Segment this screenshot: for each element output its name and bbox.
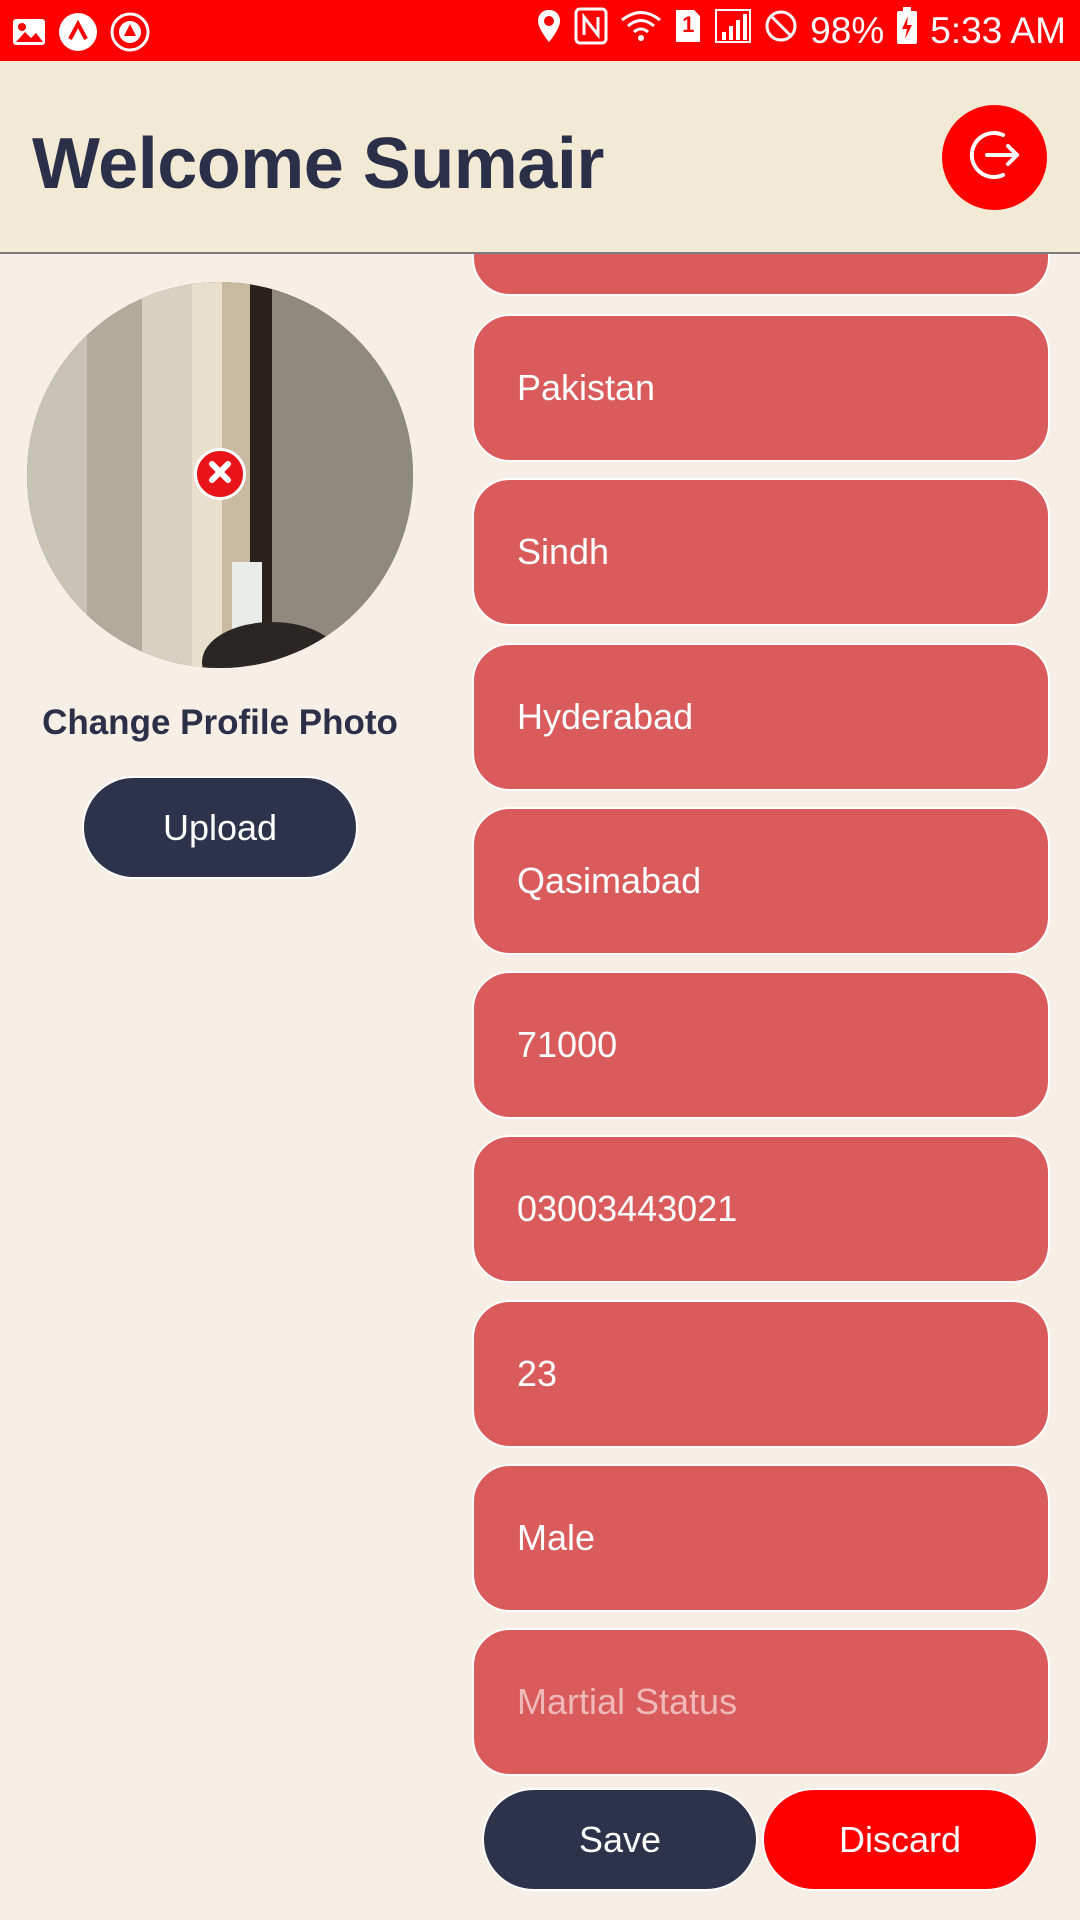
remove-photo-button[interactable]: [194, 448, 246, 500]
logout-button[interactable]: [942, 105, 1047, 210]
logout-icon: [965, 125, 1025, 190]
battery-charging-icon: [896, 7, 918, 54]
province-value: Sindh: [517, 531, 610, 572]
gender-value: Male: [517, 1517, 596, 1558]
battery-percent: 98%: [810, 9, 885, 51]
postal-code-field[interactable]: 71000: [472, 971, 1050, 1119]
nfc-icon: [574, 7, 608, 54]
gender-field[interactable]: Male: [472, 1464, 1050, 1612]
sim-slot-label: 1: [682, 12, 695, 37]
city-value: Hyderabad: [517, 696, 694, 737]
profile-form: Pakistan Sindh Hyderabad Qasimabad 71000…: [472, 254, 1052, 1920]
sim-icon: 1: [674, 8, 702, 53]
status-bar: 1 98% 5:33 AM: [0, 0, 1080, 61]
badge-icon: [110, 12, 150, 57]
no-disturb-icon: [764, 9, 798, 52]
app-header: Welcome Sumair: [0, 61, 1080, 254]
previous-field-partial[interactable]: [472, 254, 1050, 296]
upload-button[interactable]: Upload: [82, 776, 358, 879]
phone-value: 03003443021: [517, 1188, 738, 1229]
area-field[interactable]: Qasimabad: [472, 807, 1050, 955]
country-field[interactable]: Pakistan: [472, 314, 1050, 462]
profile-panel: Change Profile Photo Upload: [0, 254, 440, 1920]
city-field[interactable]: Hyderabad: [472, 643, 1050, 791]
province-field[interactable]: Sindh: [472, 478, 1050, 626]
country-value: Pakistan: [517, 367, 656, 408]
gallery-icon: [12, 17, 46, 52]
change-photo-label: Change Profile Photo: [42, 703, 398, 742]
save-button[interactable]: Save: [482, 1788, 758, 1891]
age-field[interactable]: 23: [472, 1300, 1050, 1448]
close-icon: [207, 459, 233, 490]
area-value: Qasimabad: [517, 860, 702, 901]
age-value: 23: [517, 1353, 558, 1394]
marital-status-placeholder: Martial Status: [517, 1681, 738, 1722]
postal-code-value: 71000: [517, 1024, 618, 1065]
clock: 5:33 AM: [930, 9, 1066, 51]
discard-button[interactable]: Discard: [762, 1788, 1038, 1891]
location-icon: [536, 8, 562, 53]
marital-status-field[interactable]: Martial Status: [472, 1628, 1050, 1776]
page-title: Welcome Sumair: [32, 124, 604, 204]
wifi-icon: [620, 9, 662, 52]
signal-icon: [714, 8, 752, 53]
app-icon: [58, 12, 98, 57]
phone-field[interactable]: 03003443021: [472, 1135, 1050, 1283]
